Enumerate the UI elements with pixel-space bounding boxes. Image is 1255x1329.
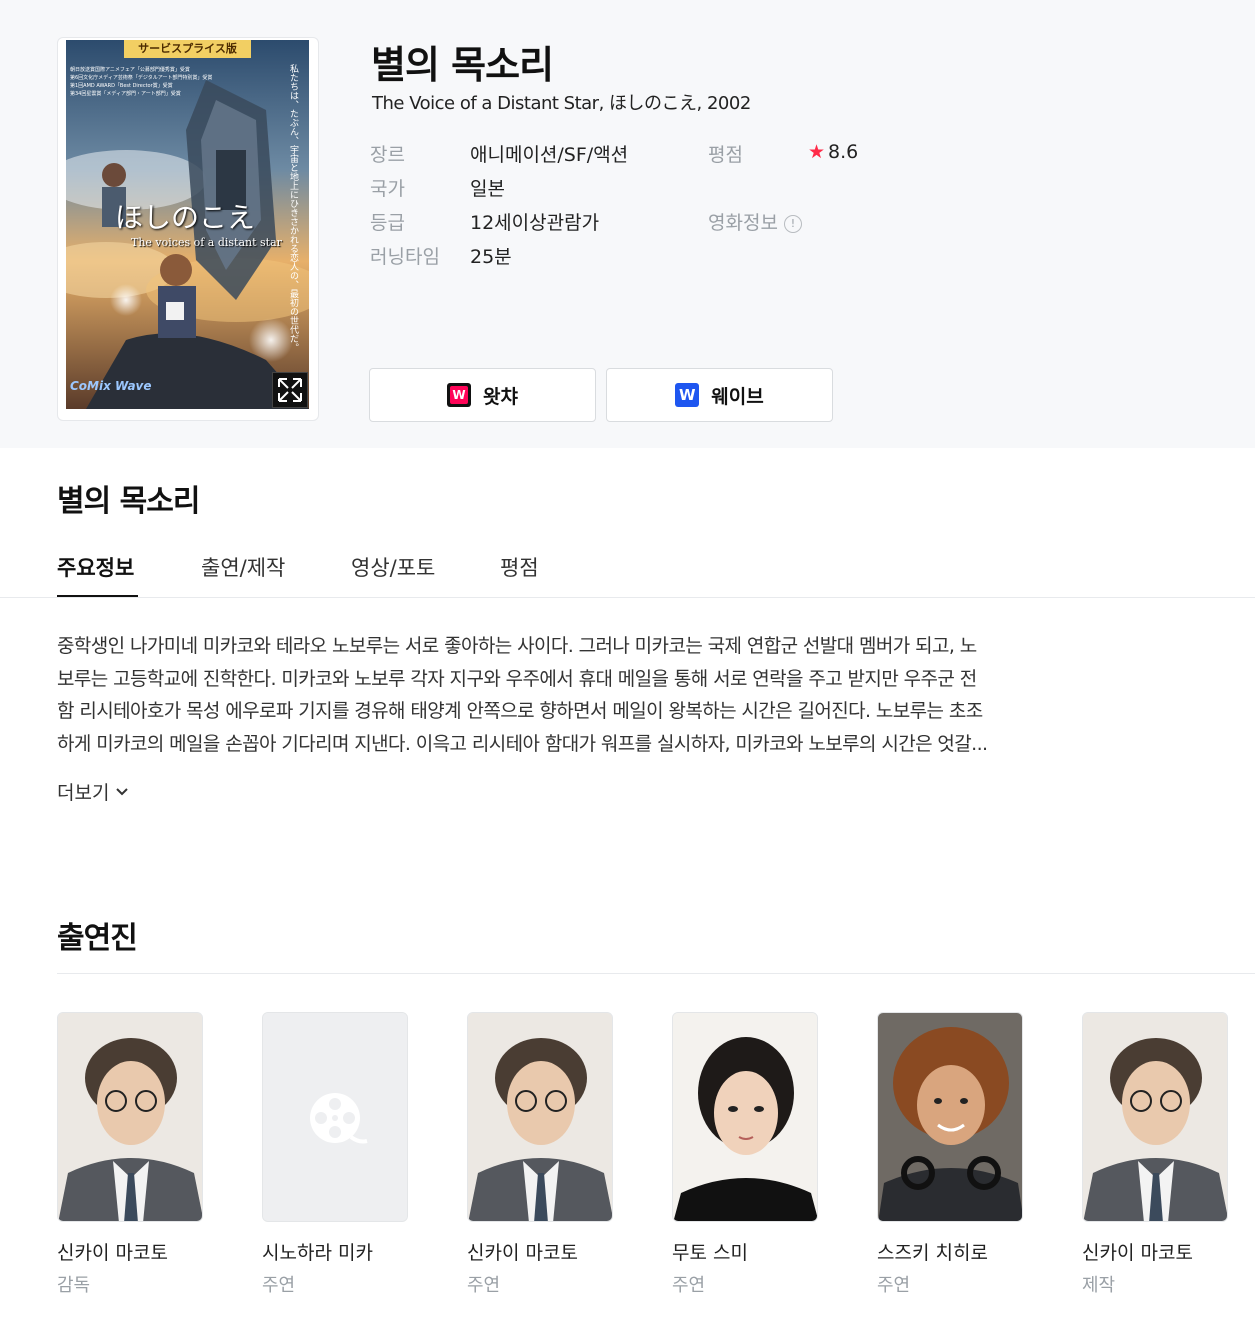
expand-icon [278, 378, 302, 402]
cast-name[interactable]: 스즈키 치히로 [877, 1238, 1023, 1265]
runtime-value: 25분 [470, 246, 512, 268]
cast-card[interactable]: 시노하라 미카 주연 [262, 1012, 408, 1297]
poster-title: ほしのこえ [115, 201, 256, 234]
wavve-button[interactable]: W 웨이브 [606, 368, 833, 422]
cast-card[interactable]: 신카이 마코토 주연 [467, 1012, 613, 1297]
cast-role: 제작 [1082, 1275, 1116, 1296]
cast-name[interactable]: 무토 스미 [672, 1238, 818, 1265]
cast-photo-placeholder[interactable] [262, 1012, 408, 1222]
more-label: 더보기 [57, 782, 110, 804]
synopsis-line: 하게 미카코의 메일을 손꼽아 기다리며 지낸다. 이윽고 리시테아 함대가 워… [57, 732, 988, 755]
synopsis-line: 중학생인 나가미네 미카코와 테라오 노보루는 서로 좋아하는 사이다. 그러나… [57, 635, 977, 657]
cast-photo[interactable] [877, 1012, 1023, 1222]
poster-award-line: 第34回星雲賞「メディア部門・アート部門」受賞 [70, 91, 181, 97]
poster-award-line: 朝日放送賞国際アニメフェア「公募部門優秀賞」受賞 [70, 67, 190, 73]
synopsis-line: 보루는 고등학교에 진학한다. 미카코와 노보루 각자 지구와 우주에서 휴대 … [57, 667, 977, 690]
tab-bar: 주요정보 출연/제작 영상/포토 평점 [0, 534, 1255, 598]
synopsis-line: 함 리시테아호가 목성 에우로파 기지를 경유해 태양계 안쪽으로 향하면서 메… [57, 700, 983, 722]
movie-info-link[interactable]: 영화정보! [708, 208, 802, 235]
cast-card[interactable]: 신카이 마코토 제작 [1082, 1012, 1228, 1297]
tab-video-photo[interactable]: 영상/포토 [351, 552, 435, 582]
poster-logo: CoMix Wave [70, 379, 152, 393]
cast-photo[interactable] [57, 1012, 203, 1222]
person-photo [673, 1013, 817, 1221]
wavve-label: 웨이브 [711, 385, 764, 408]
cast-name[interactable]: 신카이 마코토 [1082, 1238, 1228, 1265]
rating: ★ 8.6 [808, 141, 858, 163]
cast-role: 주연 [467, 1275, 501, 1296]
more-button[interactable]: 더보기 [57, 778, 129, 805]
chevron-down-icon [116, 787, 129, 795]
watcha-label: 왓챠 [483, 385, 518, 408]
cast-role: 주연 [672, 1275, 706, 1296]
watcha-logo-icon: W [447, 383, 472, 407]
runtime-label: 러닝타임 [370, 246, 440, 268]
country-value: 일본 [470, 178, 505, 200]
grade-value: 12세이상관람가 [470, 212, 600, 234]
poster-award-line: 第1回AMD AWARD「Best Director賞」受賞 [70, 83, 173, 89]
cast-role: 감독 [57, 1275, 91, 1296]
movie-info-label: 영화정보 [708, 212, 778, 234]
cast-role: 주연 [877, 1275, 911, 1296]
movie-poster[interactable]: サービスプライス版 朝日放送賞国際アニメフェア「公募部門優秀賞」受賞 第6回文化… [66, 40, 309, 409]
cast-name[interactable]: 신카이 마코토 [57, 1238, 203, 1265]
poster-badge: サービスプライス版 [124, 40, 251, 58]
tab-cast-crew[interactable]: 출연/제작 [201, 552, 285, 582]
tab-main-info[interactable]: 주요정보 [57, 552, 134, 582]
cast-section-title: 출연진 [57, 921, 138, 956]
synopsis: 중학생인 나가미네 미카코와 테라오 노보루는 서로 좋아하는 사이다. 그러나… [57, 630, 1057, 760]
rating-label: 평점 [708, 144, 743, 166]
cast-photo[interactable] [467, 1012, 613, 1222]
genre-value: 애니메이션/SF/액션 [470, 144, 629, 166]
cast-name[interactable]: 시노하라 미카 [262, 1238, 408, 1265]
wavve-logo-icon: W [675, 383, 700, 407]
cast-role: 주연 [262, 1275, 296, 1296]
tab-rating[interactable]: 평점 [500, 552, 539, 582]
poster-subtitle: The voices of a distant star [131, 236, 282, 249]
movie-subtitle: The Voice of a Distant Star, ほしのこえ, 2002 [372, 93, 751, 114]
person-photo [468, 1013, 612, 1221]
watcha-logo-letter: W [450, 386, 469, 404]
grade-label: 등급 [370, 212, 405, 234]
poster-awards: 朝日放送賞国際アニメフェア「公募部門優秀賞」受賞 第6回文化庁メディア芸術祭「デ… [70, 66, 220, 98]
cast-name[interactable]: 신카이 마코토 [467, 1238, 613, 1265]
cast-photo[interactable] [1082, 1012, 1228, 1222]
person-photo [878, 1013, 1022, 1221]
cast-card[interactable]: 신카이 마코토 감독 [57, 1012, 203, 1297]
cast-card[interactable]: 스즈키 치히로 주연 [877, 1012, 1023, 1297]
country-label: 국가 [370, 178, 405, 200]
section-title: 별의 목소리 [57, 484, 200, 519]
cast-divider [57, 973, 1255, 974]
watcha-button[interactable]: W 왓챠 [369, 368, 596, 422]
star-icon: ★ [808, 141, 826, 163]
tab-active-indicator [57, 595, 138, 597]
expand-poster-button[interactable] [272, 372, 308, 408]
person-photo [1083, 1013, 1227, 1221]
movie-title: 별의 목소리 [371, 43, 554, 87]
poster-award-line: 第6回文化庁メディア芸術祭「デジタルアート部門特別賞」受賞 [70, 75, 213, 81]
cast-photo[interactable] [672, 1012, 818, 1222]
poster-tagline: 私たちは、たぶん、宇宙と地上にひきさかれる恋人の、最初の世代だ。 [288, 64, 298, 352]
info-icon[interactable]: ! [783, 214, 802, 233]
rating-value: 8.6 [828, 141, 859, 163]
cast-card[interactable]: 무토 스미 주연 [672, 1012, 818, 1297]
film-reel-icon [263, 1013, 407, 1221]
genre-label: 장르 [370, 144, 405, 166]
person-photo [58, 1013, 202, 1221]
